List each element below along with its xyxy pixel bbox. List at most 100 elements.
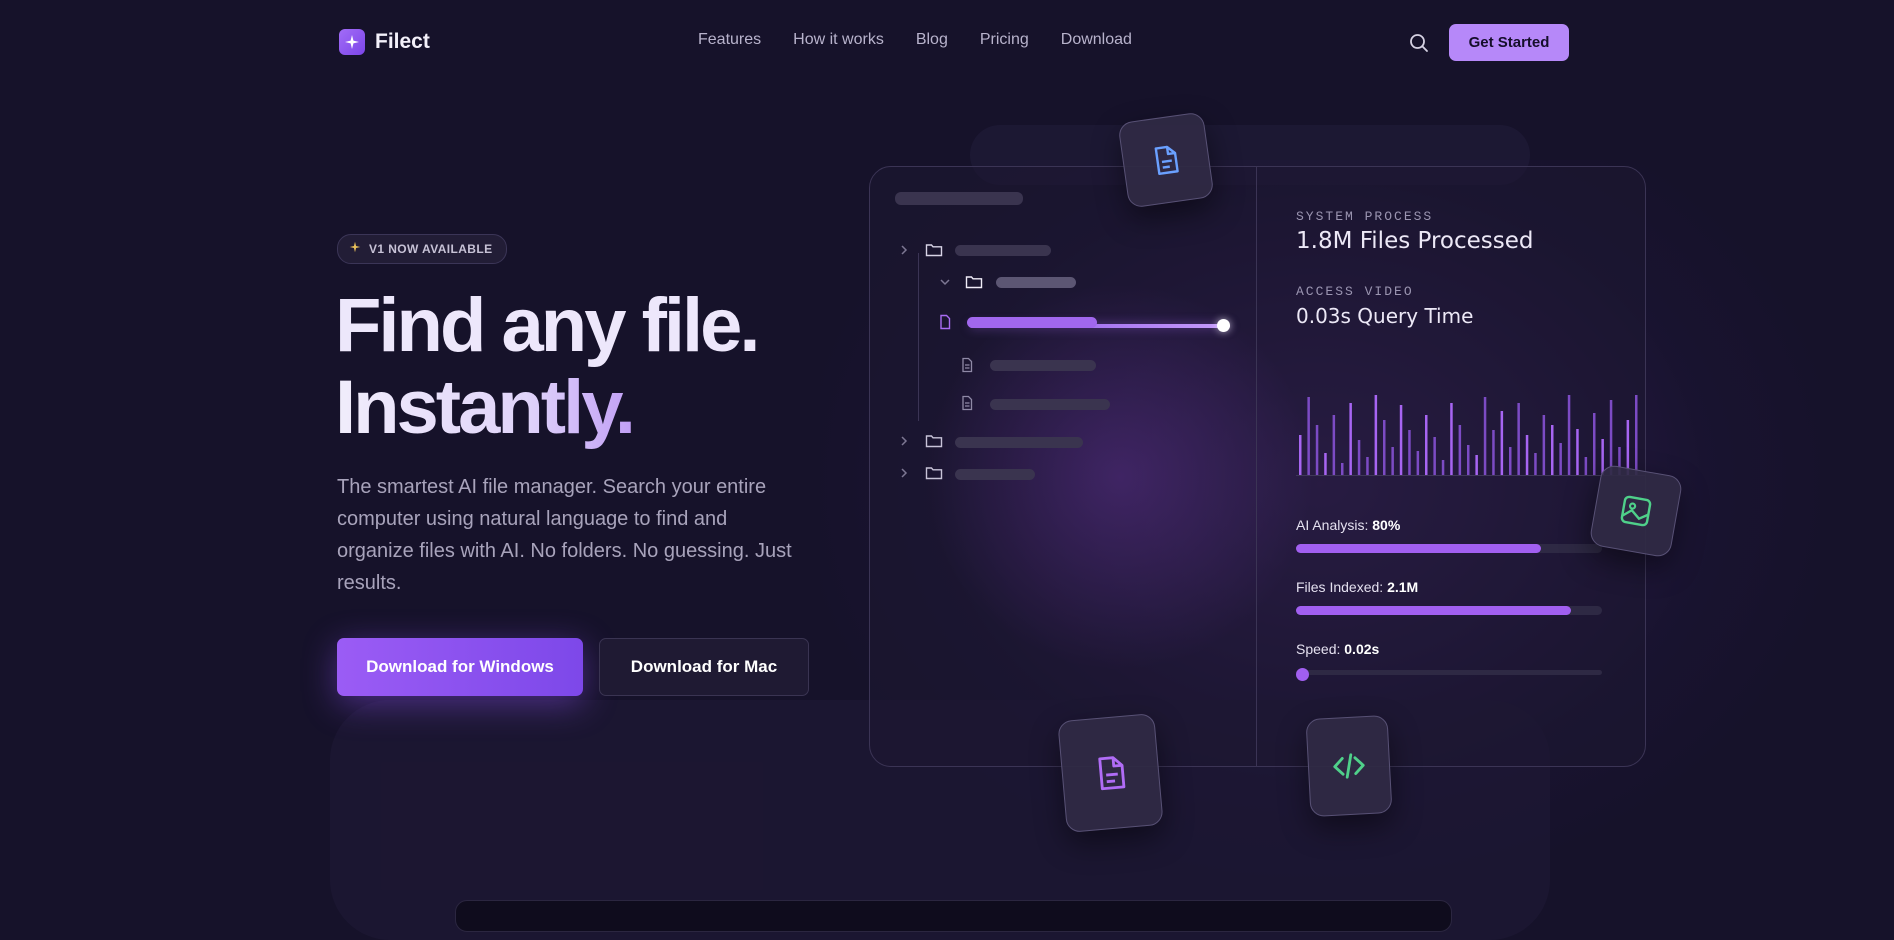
document-icon	[1154, 145, 1179, 176]
tree-item-placeholder	[990, 360, 1096, 371]
waveform-bar	[1441, 460, 1445, 475]
headline-line-1: Find any file.	[335, 283, 760, 368]
waveform-bar	[1559, 443, 1562, 475]
waveform-bar	[1542, 415, 1546, 475]
waveform-bar	[1408, 430, 1411, 475]
metric-value: 80%	[1372, 517, 1401, 533]
nav-pricing[interactable]: Pricing	[980, 31, 1029, 49]
metric-files-indexed: Files Indexed: 2.1M	[1296, 579, 1418, 595]
sparkle-icon	[349, 240, 361, 258]
waveform-bar	[1324, 453, 1327, 475]
download-windows-button[interactable]: Download for Windows	[337, 638, 583, 696]
app-preview-card: SYSTEM PROCESS 1.8M Files Processed ACCE…	[869, 166, 1646, 767]
chevron-right-icon[interactable]	[896, 242, 912, 258]
waveform-bar	[1307, 397, 1310, 475]
waveform-bar	[1399, 405, 1403, 475]
get-started-button[interactable]: Get Started	[1449, 24, 1569, 61]
waveform-bar	[1584, 457, 1588, 475]
waveform-bar	[1551, 425, 1554, 475]
tree-guide-line	[918, 253, 919, 421]
waveform-bar	[1576, 429, 1579, 475]
chevron-right-icon[interactable]	[896, 433, 912, 449]
chevron-down-icon[interactable]	[937, 274, 953, 290]
metric-label: Files Indexed:	[1296, 579, 1384, 595]
selection-fill	[967, 317, 1097, 328]
headline-line-2: Instantly.	[335, 367, 758, 449]
progress-ai-analysis	[1296, 544, 1602, 553]
waveform-bar	[1509, 447, 1512, 475]
sparkle-icon	[339, 29, 365, 55]
metric-value: 2.1M	[1387, 579, 1419, 595]
waveform-bar	[1635, 395, 1638, 475]
metric-value: 0.02s	[1344, 641, 1380, 657]
waveform-bar	[1483, 397, 1487, 475]
waveform-bar	[1374, 395, 1378, 475]
waveform-bar	[1366, 457, 1369, 475]
file-icon	[940, 314, 951, 330]
floating-document-tile	[1117, 111, 1215, 209]
waveform-bar	[1383, 420, 1386, 475]
nav-download[interactable]: Download	[1061, 31, 1132, 49]
tree-item-placeholder	[955, 469, 1035, 480]
progress-speed	[1296, 668, 1602, 681]
selection-thumb[interactable]	[1217, 319, 1230, 332]
system-process-label: SYSTEM PROCESS	[1296, 209, 1434, 224]
folder-icon	[925, 244, 943, 257]
document-icon	[962, 357, 973, 373]
waveform-bar	[1475, 455, 1478, 475]
waveform-bar	[1425, 415, 1428, 475]
waveform-bar	[1567, 395, 1571, 475]
bottom-preview-strip	[455, 900, 1452, 932]
nav-how-it-works[interactable]: How it works	[793, 31, 884, 49]
floating-code-tile	[1305, 714, 1393, 818]
waveform-bar	[1299, 435, 1302, 475]
logo[interactable]: Filect	[339, 29, 430, 55]
tree-item-placeholder	[955, 437, 1083, 448]
folder-icon	[965, 276, 983, 289]
hero-description: The smartest AI file manager. Search you…	[337, 476, 792, 594]
waveform-bar	[1609, 400, 1613, 475]
search-placeholder-bar	[895, 192, 1023, 205]
waveform-bar	[1450, 403, 1453, 475]
metric-speed: Speed: 0.02s	[1296, 641, 1379, 657]
search-icon[interactable]	[1408, 32, 1430, 54]
progress-files-indexed	[1296, 606, 1602, 615]
waveform-baseline	[1296, 475, 1645, 476]
tree-item-placeholder	[996, 277, 1076, 288]
waveform-bar	[1492, 430, 1495, 475]
waveform-bar	[1517, 403, 1520, 475]
main-nav: Features How it works Blog Pricing Downl…	[698, 31, 1132, 49]
metric-ai-analysis: AI Analysis: 80%	[1296, 517, 1400, 533]
system-process-value: 1.8M Files Processed	[1296, 228, 1534, 254]
floating-file-tile	[1057, 712, 1164, 834]
badge-text: V1 NOW AVAILABLE	[369, 242, 493, 256]
waveform-bar	[1433, 437, 1436, 475]
document-icon	[1097, 756, 1125, 791]
nav-features[interactable]: Features	[698, 31, 761, 49]
waveform-bar	[1467, 445, 1470, 475]
metric-label: AI Analysis:	[1296, 517, 1369, 533]
nav-blog[interactable]: Blog	[916, 31, 948, 49]
waveform-chart	[1299, 395, 1638, 475]
progress-fill	[1296, 606, 1572, 615]
floating-image-tile	[1588, 463, 1684, 559]
folder-icon	[925, 467, 943, 480]
progress-fill	[1296, 544, 1541, 553]
waveform-bar	[1315, 425, 1319, 475]
folder-icon	[925, 435, 943, 448]
metric-label: Speed:	[1296, 641, 1341, 657]
chevron-right-icon[interactable]	[896, 465, 912, 481]
waveform-bar	[1391, 447, 1394, 475]
waveform-bar	[1534, 453, 1537, 475]
image-icon	[1620, 495, 1652, 527]
version-badge: V1 NOW AVAILABLE	[337, 234, 507, 264]
hero-headline: Find any file. Instantly.	[335, 283, 760, 449]
tree-item-placeholder	[990, 399, 1110, 410]
waveform-bar	[1349, 403, 1352, 475]
waveform-bar	[1500, 411, 1504, 475]
waveform-bar	[1416, 451, 1420, 475]
waveform-bar	[1341, 463, 1344, 475]
access-video-label: ACCESS VIDEO	[1296, 284, 1414, 299]
waveform-bar	[1458, 425, 1462, 475]
download-mac-button[interactable]: Download for Mac	[599, 638, 809, 696]
